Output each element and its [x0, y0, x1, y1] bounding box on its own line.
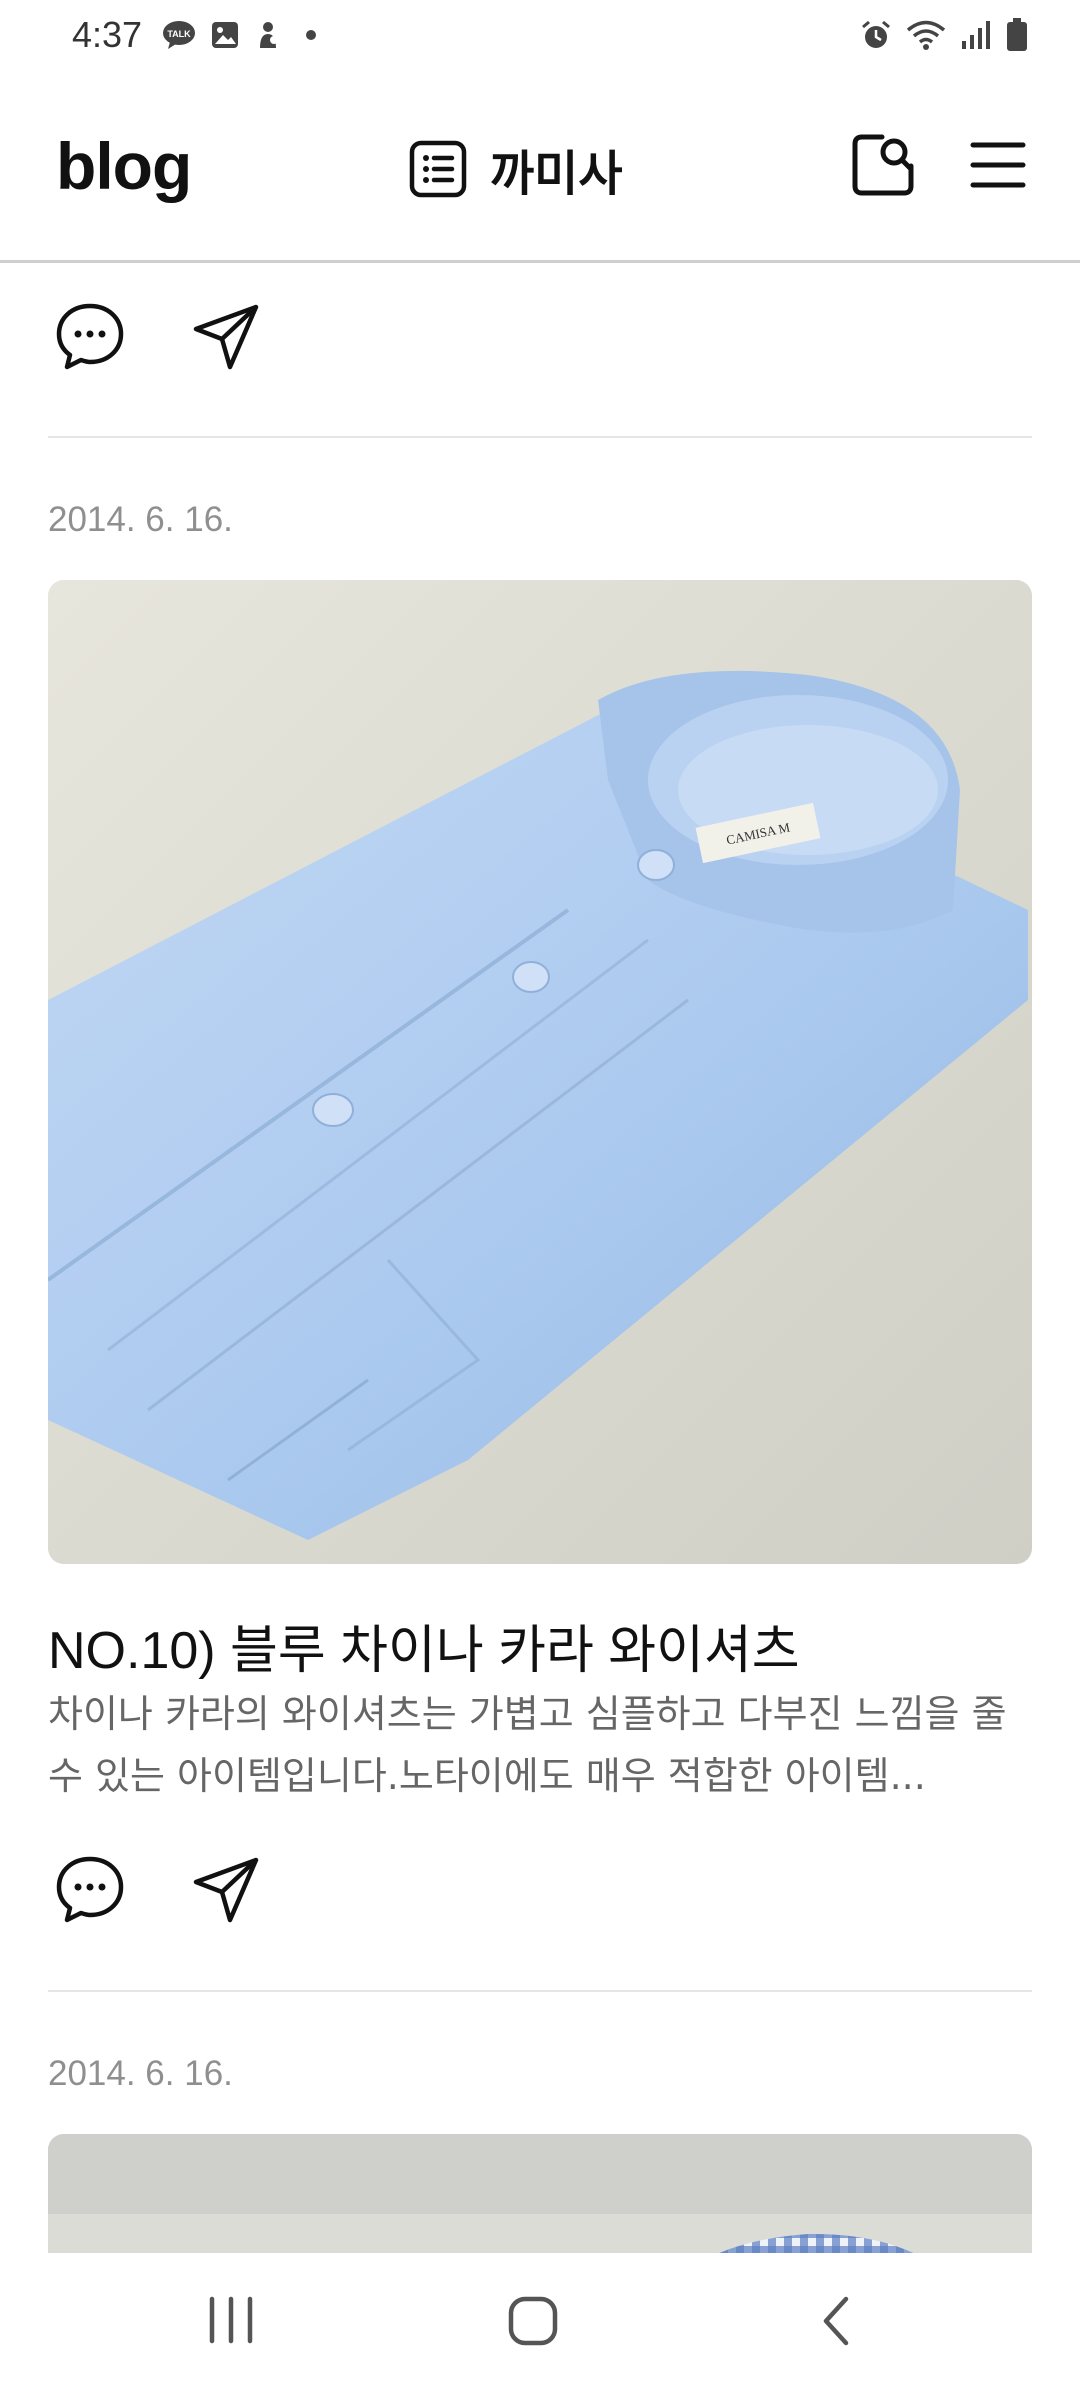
comment-icon[interactable] — [54, 301, 126, 373]
comment-icon[interactable] — [54, 1854, 126, 1926]
post-title[interactable]: NO.10) 블루 차이나 카라 와이셔츠 — [48, 1608, 1038, 1683]
post-divider — [48, 1990, 1032, 1992]
svg-text:TALK: TALK — [167, 29, 191, 39]
shirt-photo — [48, 2134, 1032, 2253]
shirt-photo: CAMISA M — [48, 580, 1032, 1564]
system-nav-bar — [0, 2253, 1080, 2400]
kakaotalk-icon: TALK — [162, 20, 196, 50]
share-icon[interactable] — [190, 301, 262, 373]
search-icon[interactable] — [850, 132, 916, 198]
post-excerpt[interactable]: 차이나 카라의 와이셔츠는 가볍고 심플하고 다부진 느낌을 줄수 있는 아이템… — [48, 1683, 1038, 1807]
gallery-icon — [210, 20, 240, 50]
post-date: 2014. 6. 16. — [48, 2054, 233, 2093]
blog-title-button[interactable]: 까미사 — [408, 134, 622, 204]
post-actions — [54, 301, 262, 373]
status-time: 4:37 — [72, 14, 143, 55]
wifi-icon — [906, 19, 946, 51]
list-icon — [408, 139, 468, 199]
post-image[interactable] — [48, 2134, 1032, 2253]
alarm-icon — [860, 19, 892, 51]
post-actions — [54, 1854, 262, 1926]
blog-header: blog 까미사 — [0, 72, 1080, 263]
post-image[interactable]: CAMISA M — [48, 580, 1032, 1564]
post-date: 2014. 6. 16. — [48, 500, 233, 539]
share-icon[interactable] — [190, 1854, 262, 1926]
blog-logo[interactable]: blog — [56, 128, 192, 204]
home-icon[interactable] — [507, 2295, 559, 2347]
back-icon[interactable] — [818, 2295, 854, 2347]
battery-icon — [1006, 18, 1028, 52]
dot-icon — [296, 20, 326, 50]
menu-icon[interactable] — [970, 137, 1026, 193]
post-feed: 2014. 6. 16. CAMISA M NO.10) 블루 차이나 카라 와… — [0, 263, 1080, 2253]
status-bar: 4:37 TALK — [0, 0, 1080, 72]
blog-title: 까미사 — [490, 146, 623, 202]
recent-apps-icon[interactable] — [206, 2295, 256, 2345]
post-divider — [48, 436, 1032, 438]
app-icon — [254, 20, 282, 50]
signal-icon — [960, 19, 992, 51]
